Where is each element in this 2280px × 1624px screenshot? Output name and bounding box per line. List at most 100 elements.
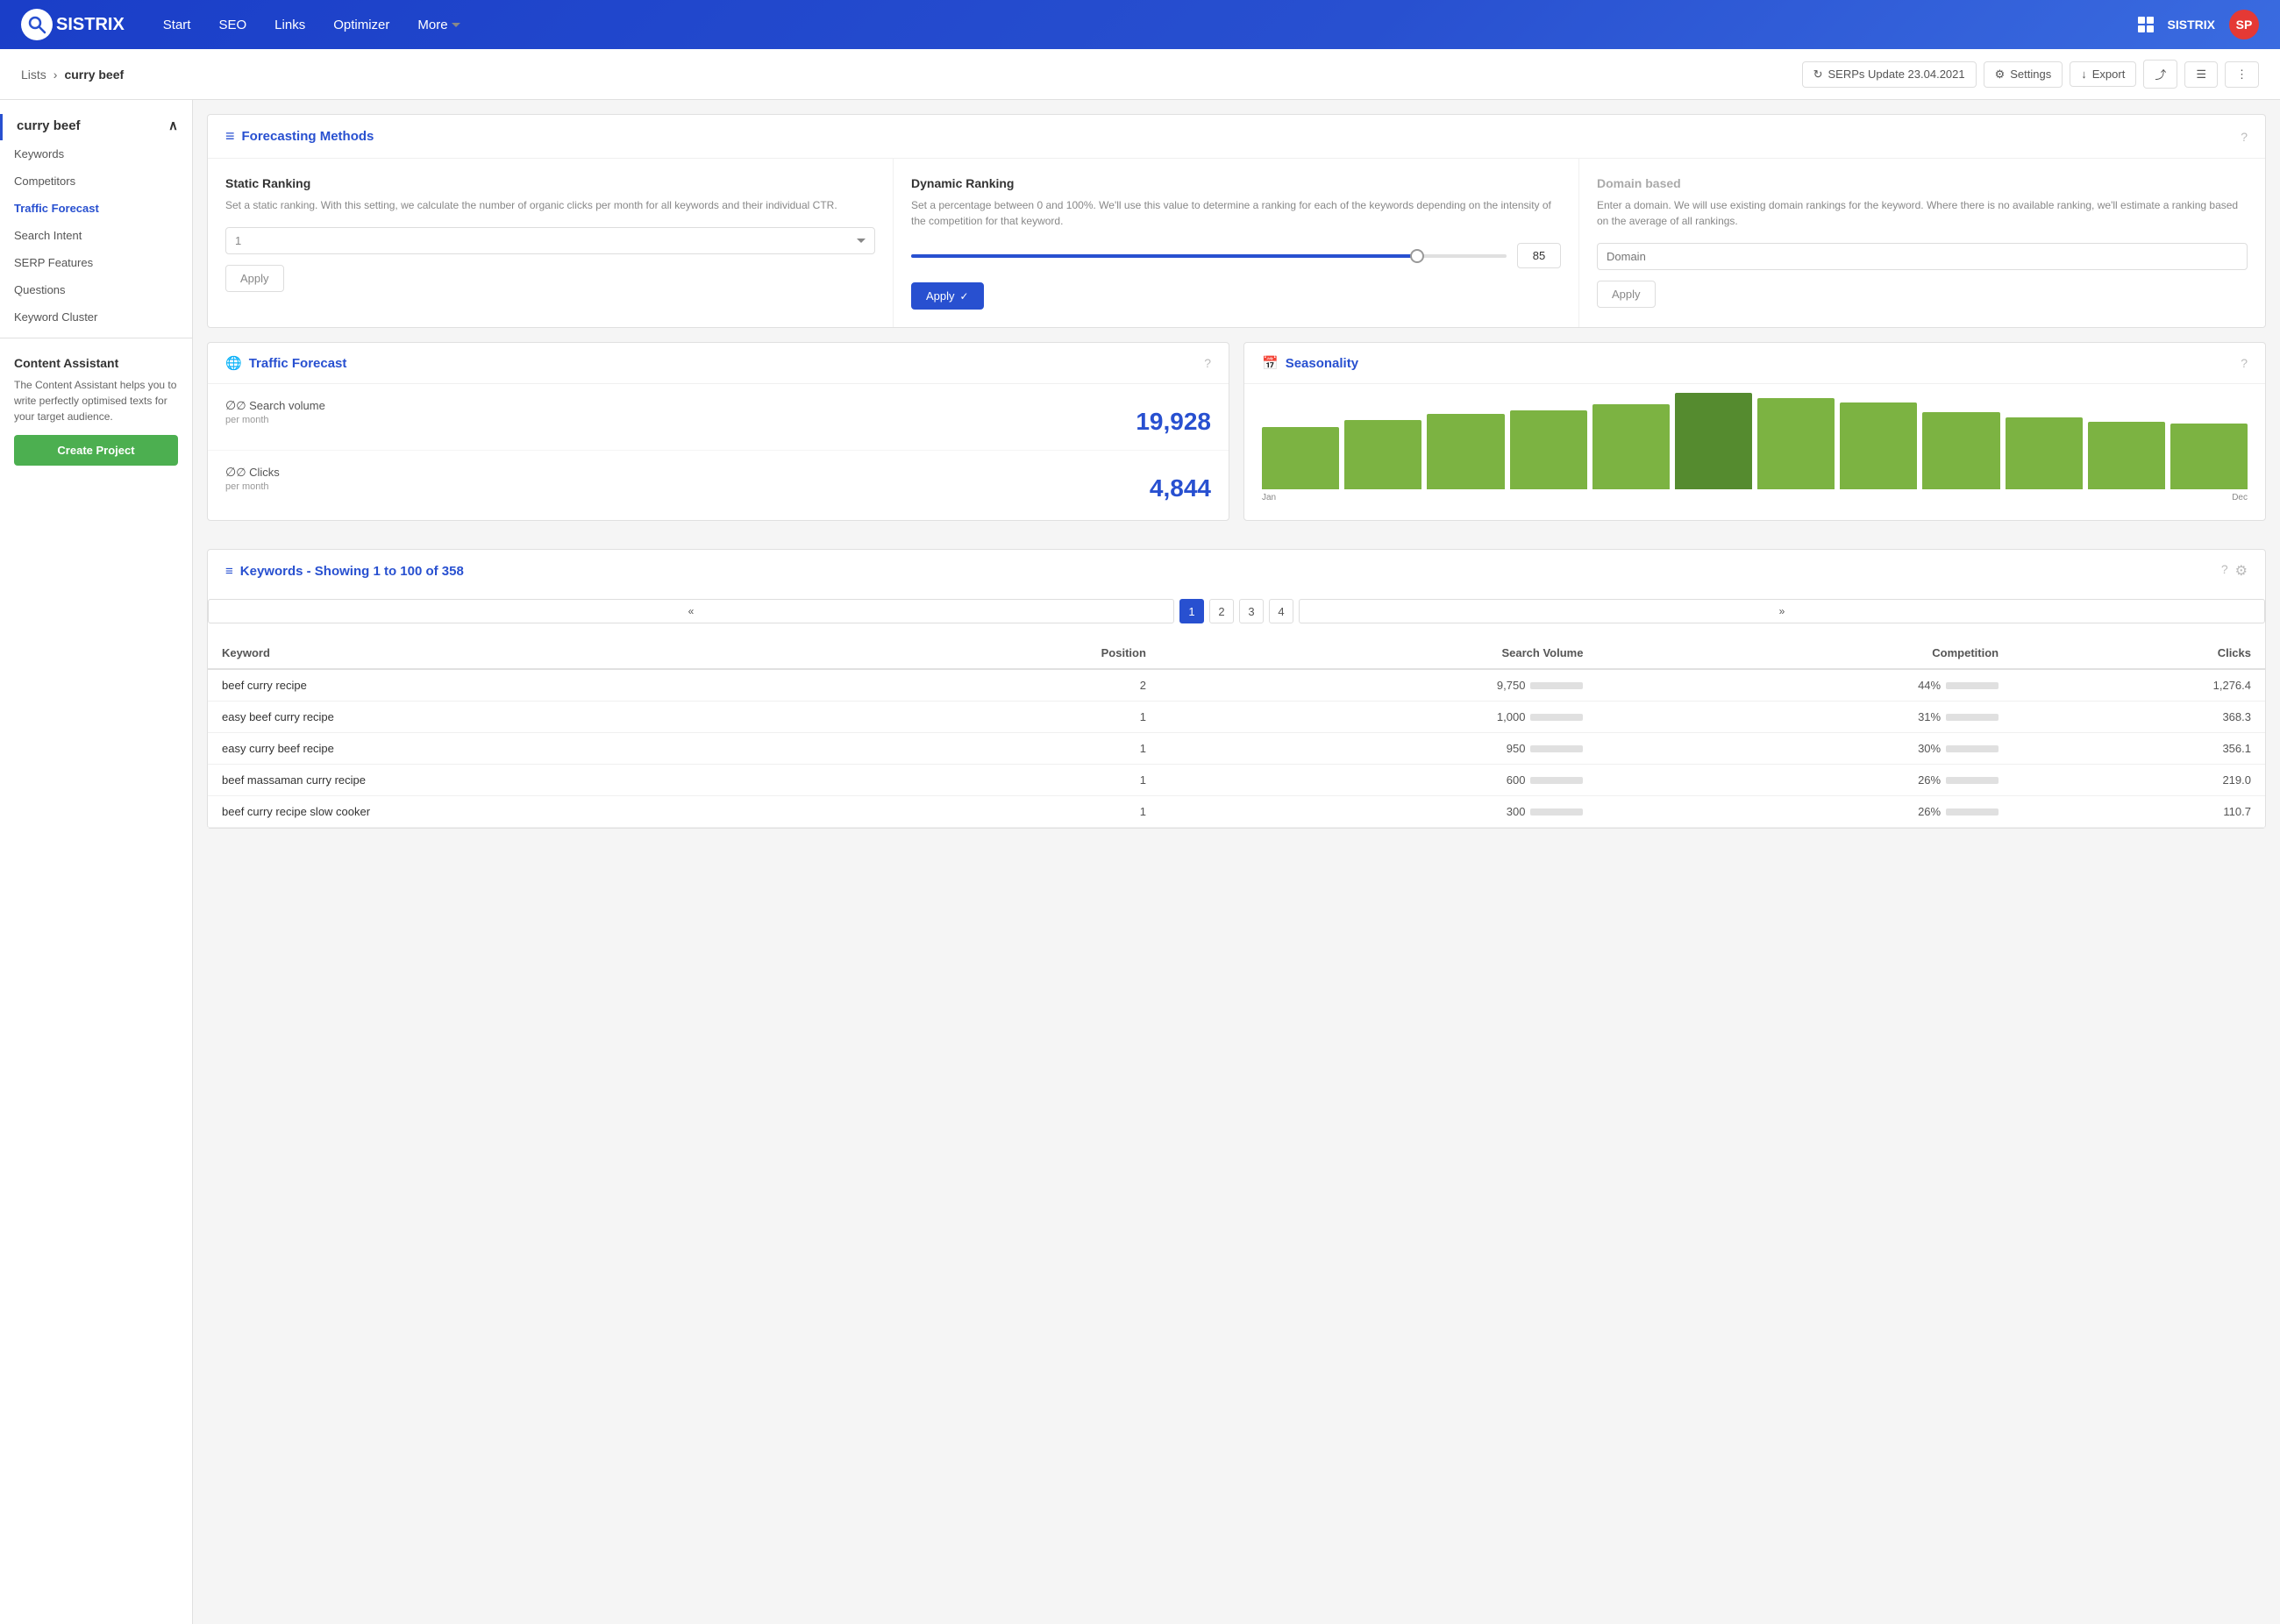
cell-competition: 31% xyxy=(1597,702,2013,733)
dynamic-desc: Set a percentage between 0 and 100%. We'… xyxy=(911,197,1561,229)
col-search-volume: Search Volume xyxy=(1160,637,1598,669)
col-keyword: Keyword xyxy=(208,637,881,669)
sv-bar xyxy=(1530,777,1583,784)
forecast-seasonality-row: 🌐 Traffic Forecast ? ∅ ∅ Search volume p… xyxy=(207,342,2266,535)
sv-bar xyxy=(1530,714,1583,721)
nav-more[interactable]: More xyxy=(407,11,470,39)
sidebar-title: curry beef ∧ xyxy=(0,114,192,140)
forecasting-grid: Static Ranking Set a static ranking. Wit… xyxy=(208,159,2265,327)
page-2-button[interactable]: 2 xyxy=(1209,599,1234,623)
table-row: beef massaman curry recipe 1 600 26% 219… xyxy=(208,765,2265,796)
breadcrumb-current: curry beef xyxy=(64,68,124,82)
sidebar-item-search-intent[interactable]: Search Intent xyxy=(0,222,192,249)
cell-keyword: beef curry recipe xyxy=(208,669,881,702)
clicks-value: 4,844 xyxy=(1150,474,1211,502)
cell-keyword: beef massaman curry recipe xyxy=(208,765,881,796)
globe-icon: 🌐 xyxy=(225,355,242,371)
table-row: easy curry beef recipe 1 950 30% 356.1 xyxy=(208,733,2265,765)
sidebar-item-traffic-forecast[interactable]: Traffic Forecast xyxy=(0,195,192,222)
create-project-button[interactable]: Create Project xyxy=(14,435,178,466)
page-next-button[interactable]: » xyxy=(1299,599,2265,623)
sidebar-item-competitors[interactable]: Competitors xyxy=(0,167,192,195)
clicks-info: ∅ ∅ Clicks per month xyxy=(225,465,280,502)
col-position: Position xyxy=(881,637,1160,669)
export-button[interactable]: ↓ Export xyxy=(2070,61,2136,87)
nav-links[interactable]: Links xyxy=(264,11,316,39)
page-4-button[interactable]: 4 xyxy=(1269,599,1293,623)
search-volume-info: ∅ ∅ Search volume per month xyxy=(225,398,325,436)
forecast-domain: Domain based Enter a domain. We will use… xyxy=(1579,159,2265,327)
seasonality-title: 📅 Seasonality xyxy=(1262,355,1358,371)
domain-input[interactable] xyxy=(1597,243,2248,270)
forecast-dynamic: Dynamic Ranking Set a percentage between… xyxy=(894,159,1579,327)
sv-bar xyxy=(1530,808,1583,816)
slider-track[interactable] xyxy=(911,254,1507,258)
cell-search-volume: 9,750 xyxy=(1160,669,1598,702)
domain-desc: Enter a domain. We will use existing dom… xyxy=(1597,197,2248,229)
table-row: beef curry recipe slow cooker 1 300 26% … xyxy=(208,796,2265,828)
serps-update-button[interactable]: ↻ SERPs Update 23.04.2021 xyxy=(1802,61,1977,88)
static-ranking-select[interactable]: 1 xyxy=(225,227,875,254)
cell-clicks: 356.1 xyxy=(2013,733,2265,765)
layout: curry beef ∧ Keywords Competitors Traffi… xyxy=(0,100,2280,1624)
sidebar-item-keyword-cluster[interactable]: Keyword Cluster xyxy=(0,303,192,331)
page-1-button[interactable]: 1 xyxy=(1179,599,1204,623)
dynamic-title: Dynamic Ranking xyxy=(911,176,1561,190)
ellipsis-icon: ⋮ xyxy=(2236,68,2248,82)
nav-start[interactable]: Start xyxy=(153,11,202,39)
nav-optimizer[interactable]: Optimizer xyxy=(323,11,400,39)
comp-bar xyxy=(1946,714,1999,721)
nav-seo[interactable]: SEO xyxy=(208,11,257,39)
bar-8 xyxy=(1922,412,1999,489)
grid-icon[interactable] xyxy=(2138,17,2154,32)
forecasting-methods-card: ≡ Forecasting Methods ? Static Ranking S… xyxy=(207,114,2266,328)
col-competition: Competition xyxy=(1597,637,2013,669)
bar-10 xyxy=(2088,422,2165,489)
bar-3 xyxy=(1510,410,1587,489)
settings-button[interactable]: ⚙ Settings xyxy=(1984,61,2063,88)
breadcrumb-separator: › xyxy=(53,68,58,82)
seasonality-bars xyxy=(1262,393,2248,489)
seasonality-help-icon[interactable]: ? xyxy=(2241,356,2248,370)
table-body: beef curry recipe 2 9,750 44% 1,276.4 ea… xyxy=(208,669,2265,828)
col-clicks: Clicks xyxy=(2013,637,2265,669)
traffic-help-icon[interactable]: ? xyxy=(1204,356,1211,370)
slider-row: 85 xyxy=(911,243,1561,268)
logo-text: SISTRIX xyxy=(56,15,125,35)
logo-icon xyxy=(21,9,53,40)
slider-value[interactable]: 85 xyxy=(1517,243,1561,268)
table-row: beef curry recipe 2 9,750 44% 1,276.4 xyxy=(208,669,2265,702)
cell-keyword: beef curry recipe slow cooker xyxy=(208,796,881,828)
bookmark-button[interactable]: ☰ xyxy=(2184,61,2218,88)
clicks-sublabel: per month xyxy=(225,481,280,492)
search-volume-label: ∅ ∅ Search volume xyxy=(225,398,325,413)
page-first-button[interactable]: « xyxy=(208,599,1174,623)
cell-competition: 26% xyxy=(1597,765,2013,796)
table-header: ≡ Keywords - Showing 1 to 100 of 358 ? ⚙ xyxy=(208,550,2265,592)
comp-bar xyxy=(1946,777,1999,784)
cell-search-volume: 950 xyxy=(1160,733,1598,765)
chart-area: Jan Dec xyxy=(1244,384,2265,520)
more-button[interactable]: ⋮ xyxy=(2225,61,2259,88)
static-apply-button[interactable]: Apply xyxy=(225,265,284,292)
keywords-table-card: ≡ Keywords - Showing 1 to 100 of 358 ? ⚙… xyxy=(207,549,2266,829)
table-settings-icon[interactable]: ⚙ xyxy=(2235,562,2248,580)
breadcrumb: Lists › curry beef xyxy=(21,68,124,82)
share-button[interactable]: ⤴ xyxy=(2143,60,2177,89)
header-right: SISTRIX SP xyxy=(2138,10,2259,39)
main-nav: Start SEO Links Optimizer More xyxy=(153,11,2138,39)
forecasting-title: ≡ Forecasting Methods xyxy=(225,127,374,146)
page-3-button[interactable]: 3 xyxy=(1239,599,1264,623)
help-icon[interactable]: ? xyxy=(2241,130,2248,144)
dynamic-apply-button[interactable]: Apply ✓ xyxy=(911,282,984,310)
collapse-icon[interactable]: ∧ xyxy=(168,118,178,133)
sidebar-item-serp-features[interactable]: SERP Features xyxy=(0,249,192,276)
breadcrumb-parent[interactable]: Lists xyxy=(21,68,46,82)
bookmark-icon: ☰ xyxy=(2196,68,2206,82)
slider-thumb[interactable] xyxy=(1410,249,1424,263)
pagination: « 1 2 3 4 » xyxy=(208,592,2265,637)
domain-apply-button[interactable]: Apply xyxy=(1597,281,1656,308)
sidebar-item-questions[interactable]: Questions xyxy=(0,276,192,303)
table-help-icon[interactable]: ? xyxy=(2221,562,2228,580)
sidebar-item-keywords[interactable]: Keywords xyxy=(0,140,192,167)
